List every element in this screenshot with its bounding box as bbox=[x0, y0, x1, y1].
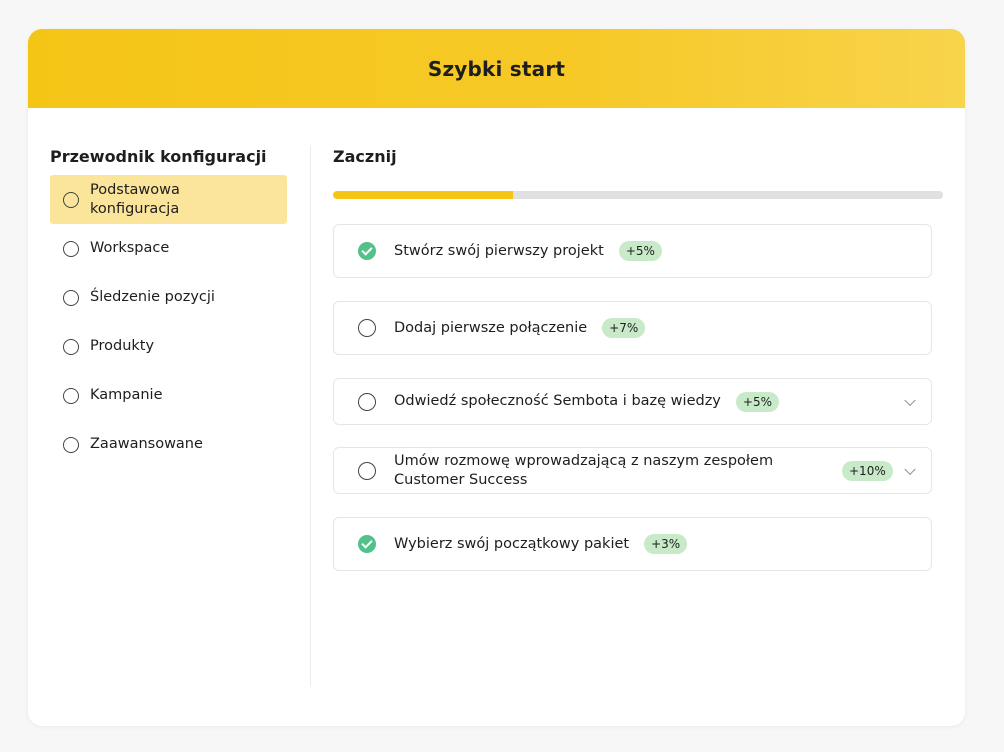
reward-badge: +5% bbox=[735, 391, 779, 412]
radio-icon bbox=[63, 240, 79, 257]
header-banner: Szybki start bbox=[28, 29, 965, 108]
check-circle-icon bbox=[358, 535, 376, 553]
empty-circle-icon bbox=[358, 319, 376, 337]
reward-badge: +7% bbox=[602, 318, 646, 338]
radio-icon bbox=[63, 387, 79, 404]
sidebar-item-label: Produkty bbox=[90, 338, 155, 354]
task-title: Odwiedź społeczność Sembota i bazę wiedz… bbox=[394, 393, 721, 409]
column-divider bbox=[310, 145, 311, 687]
task-create-project[interactable]: Stwórz swój pierwszy projekt +5% bbox=[333, 224, 932, 278]
empty-circle-icon bbox=[358, 392, 376, 411]
sidebar-item-label: Workspace bbox=[90, 240, 170, 256]
progress-bar bbox=[333, 191, 943, 199]
main-panel: Zacznij Stwórz swój pierwszy projekt +5%… bbox=[333, 147, 943, 571]
reward-badge: +10% bbox=[842, 460, 893, 481]
sidebar-item-basic-config[interactable]: Podstawowa konfiguracja bbox=[50, 175, 287, 224]
reward-badge: +5% bbox=[618, 241, 662, 261]
task-title: Umów rozmowę wprowadzającą z naszym zesp… bbox=[394, 452, 774, 488]
sidebar-item-label: Podstawowa konfiguracja bbox=[90, 181, 180, 217]
page-title: Szybki start bbox=[427, 56, 566, 81]
sidebar-item-advanced[interactable]: Zaawansowane bbox=[50, 420, 287, 469]
radio-icon bbox=[63, 436, 79, 453]
progress-bar-fill bbox=[333, 191, 513, 199]
task-schedule-call[interactable]: Umów rozmowę wprowadzającą z naszym zesp… bbox=[333, 447, 932, 494]
chevron-down-icon[interactable] bbox=[904, 394, 916, 406]
sidebar-item-position-tracking[interactable]: Śledzenie pozycji bbox=[50, 273, 287, 322]
reward-badge: +3% bbox=[644, 534, 688, 554]
task-title: Dodaj pierwsze połączenie bbox=[394, 319, 588, 336]
sidebar-item-label: Zaawansowane bbox=[90, 436, 203, 452]
empty-circle-icon bbox=[358, 461, 376, 480]
sidebar-title: Przewodnik konfiguracji bbox=[50, 147, 267, 166]
task-add-connection[interactable]: Dodaj pierwsze połączenie +7% bbox=[333, 301, 932, 355]
sidebar-item-label: Kampanie bbox=[90, 387, 163, 403]
radio-icon bbox=[63, 191, 79, 208]
sidebar-item-label: Śledzenie pozycji bbox=[90, 289, 215, 305]
chevron-down-icon[interactable] bbox=[904, 463, 916, 475]
setup-guide-sidebar: Przewodnik konfiguracji Podstawowa konfi… bbox=[50, 147, 287, 469]
quick-start-card: Szybki start Przewodnik konfiguracji Pod… bbox=[28, 29, 965, 726]
task-title: Wybierz swój początkowy pakiet bbox=[394, 535, 630, 552]
sidebar-item-workspace[interactable]: Workspace bbox=[50, 224, 287, 273]
section-title: Zacznij bbox=[333, 147, 397, 166]
task-title: Stwórz swój pierwszy projekt bbox=[394, 242, 604, 259]
check-circle-icon bbox=[358, 242, 376, 260]
task-choose-plan[interactable]: Wybierz swój początkowy pakiet +3% bbox=[333, 517, 932, 571]
task-visit-community[interactable]: Odwiedź społeczność Sembota i bazę wiedz… bbox=[333, 378, 932, 425]
sidebar-item-products[interactable]: Produkty bbox=[50, 322, 287, 371]
radio-icon bbox=[63, 338, 79, 355]
radio-icon bbox=[63, 289, 79, 306]
sidebar-item-campaigns[interactable]: Kampanie bbox=[50, 371, 287, 420]
